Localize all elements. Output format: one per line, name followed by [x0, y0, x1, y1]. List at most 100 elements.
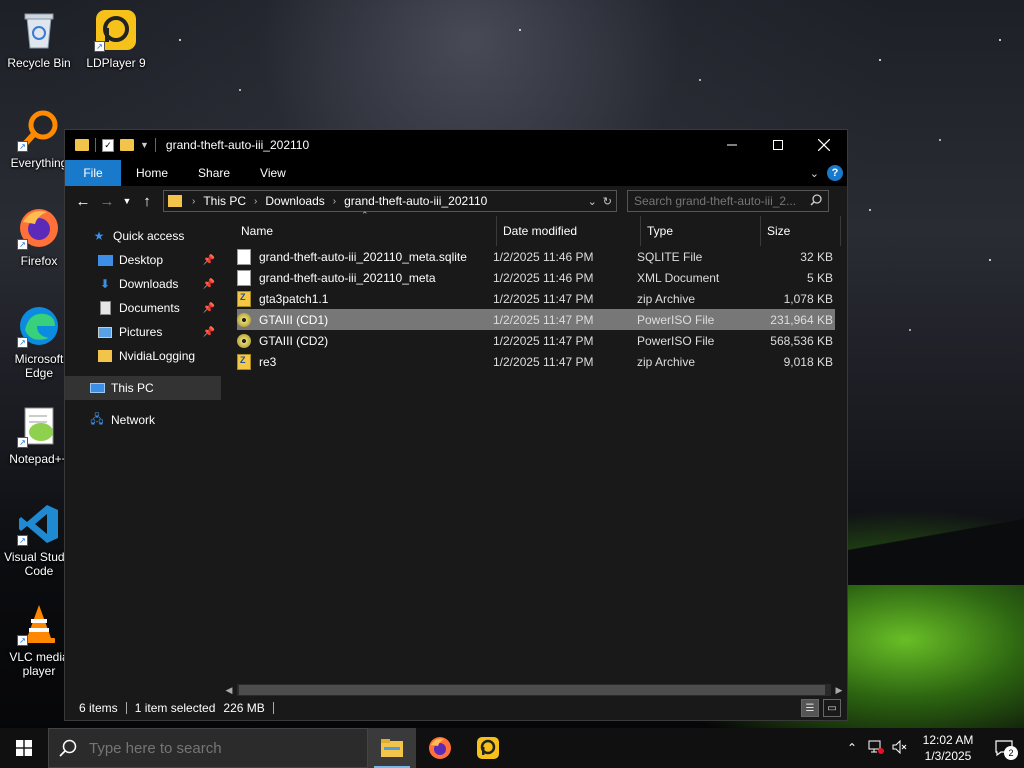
nav-item-nvidialogging[interactable]: NvidiaLogging [65, 344, 221, 368]
explorer-content: ★ Quick access Desktop 📌 ⬇ Downloads 📌 D… [65, 210, 847, 698]
navigation-pane[interactable]: ★ Quick access Desktop 📌 ⬇ Downloads 📌 D… [65, 216, 221, 698]
pin-icon[interactable]: 📌 [203, 327, 215, 338]
file-row[interactable]: grand-theft-auto-iii_202110_meta.sqlite … [237, 246, 835, 267]
status-item-count: 6 items [79, 701, 118, 715]
breadcrumb-current-folder[interactable]: grand-theft-auto-iii_202110 [340, 194, 491, 208]
desktop-icon-label: LDPlayer 9 [86, 56, 146, 70]
file-explorer-window[interactable]: ✓ ▼ grand-theft-auto-iii_202110 File Hom… [64, 129, 848, 721]
tab-file[interactable]: File [65, 160, 121, 186]
nav-item-desktop[interactable]: Desktop 📌 [65, 248, 221, 272]
scrollbar-thumb[interactable] [239, 685, 825, 695]
help-icon[interactable]: ? [827, 165, 843, 181]
taskbar-search-input[interactable] [89, 739, 329, 757]
taskbar-search[interactable] [48, 728, 368, 768]
minimize-button[interactable] [709, 130, 755, 160]
status-bar: 6 items 1 item selected 226 MB ☰ ▭ [65, 696, 847, 720]
shortcut-arrow-icon: ↗ [94, 41, 105, 52]
file-row-selected[interactable]: GTAIII (CD1) 1/2/2025 11:47 PM PowerISO … [237, 309, 835, 330]
back-arrow-icon: ← [75, 192, 91, 210]
file-row[interactable]: re3 1/2/2025 11:47 PM zip Archive 9,018 … [237, 351, 835, 372]
column-header-name[interactable]: Name [221, 216, 497, 246]
column-header-size[interactable]: Size [761, 216, 841, 246]
clock-time: 12:02 AM [922, 733, 974, 747]
expand-ribbon-chevron-icon[interactable]: ⌄ [810, 167, 819, 180]
chevron-right-icon[interactable]: › [329, 196, 340, 207]
close-button[interactable] [801, 130, 847, 160]
desktop-icon-ldplayer[interactable]: ↗ LDPlayer 9 [78, 8, 154, 70]
column-header-type[interactable]: Type [641, 216, 761, 246]
back-button[interactable]: ← [71, 189, 95, 213]
clock[interactable]: 12:02 AM 1/3/2025 [912, 732, 984, 764]
large-icons-view-icon: ▭ [827, 702, 837, 714]
nav-network[interactable]: 🖧 Network [65, 408, 221, 432]
wallpaper-mountain [848, 505, 1024, 585]
xml-document-icon [237, 269, 251, 286]
documents-icon [97, 301, 113, 315]
volume-muted-icon[interactable] [888, 739, 912, 757]
file-list-pane[interactable]: ⌃ Name Date modified Type Size grand-the… [221, 210, 847, 698]
title-bar[interactable]: ✓ ▼ grand-theft-auto-iii_202110 [65, 130, 847, 160]
search-box[interactable] [627, 190, 829, 212]
taskbar-file-explorer[interactable] [368, 728, 416, 768]
folder-icon [75, 139, 89, 151]
scrollbar-track[interactable] [237, 684, 831, 696]
desktop-icon-label: Recycle Bin [7, 56, 71, 70]
shortcut-arrow-icon: ↗ [17, 337, 28, 348]
show-hidden-icons-chevron-icon[interactable]: ⌃ [840, 741, 864, 755]
tab-home[interactable]: Home [121, 160, 183, 186]
maximize-button[interactable] [755, 130, 801, 160]
star-icon: ★ [93, 229, 105, 243]
file-row[interactable]: grand-theft-auto-iii_202110_meta 1/2/202… [237, 267, 835, 288]
search-input[interactable] [634, 194, 810, 208]
pin-icon[interactable]: 📌 [203, 255, 215, 266]
ldplayer-icon [477, 737, 499, 759]
tab-share[interactable]: Share [183, 160, 245, 186]
scroll-left-icon[interactable]: ◀ [221, 685, 237, 696]
shortcut-arrow-icon: ↗ [17, 239, 28, 250]
action-center-button[interactable]: 2 [984, 728, 1024, 768]
properties-icon[interactable]: ✓ [102, 138, 114, 152]
window-title: grand-theft-auto-iii_202110 [165, 138, 310, 152]
taskbar-ldplayer[interactable] [464, 728, 512, 768]
start-button[interactable] [0, 728, 48, 768]
pin-icon[interactable]: 📌 [203, 279, 215, 290]
nav-item-pictures[interactable]: Pictures 📌 [65, 320, 221, 344]
taskbar-firefox[interactable] [416, 728, 464, 768]
chevron-right-icon[interactable]: › [188, 196, 199, 207]
forward-button[interactable]: → [95, 189, 119, 213]
column-header-date-modified[interactable]: Date modified [497, 216, 641, 246]
tab-view[interactable]: View [245, 160, 301, 186]
disc-image-icon [237, 333, 251, 348]
firefox-icon [429, 737, 451, 759]
new-folder-icon[interactable] [120, 139, 134, 151]
breadcrumb-this-pc[interactable]: This PC [199, 194, 250, 208]
pin-icon[interactable]: 📌 [203, 303, 215, 314]
details-view-button[interactable]: ☰ [801, 699, 819, 717]
close-icon [818, 139, 830, 151]
nav-this-pc[interactable]: This PC [65, 376, 221, 400]
ribbon-tabs: File Home Share View ⌄ ? [65, 160, 847, 186]
minimize-icon [727, 144, 737, 146]
desktop-icon-recycle-bin[interactable]: Recycle Bin [1, 8, 77, 70]
breadcrumb-downloads[interactable]: Downloads [261, 194, 328, 208]
file-row[interactable]: GTAIII (CD2) 1/2/2025 11:47 PM PowerISO … [237, 330, 835, 351]
nav-item-downloads[interactable]: ⬇ Downloads 📌 [65, 272, 221, 296]
network-status-icon[interactable] [864, 740, 888, 757]
scroll-right-icon[interactable]: ▶ [831, 685, 847, 696]
large-icons-view-button[interactable]: ▭ [823, 699, 841, 717]
windows-logo-icon [16, 740, 32, 756]
nav-quick-access[interactable]: ★ Quick access [65, 224, 221, 248]
customize-toolbar-chevron-icon[interactable]: ▼ [140, 140, 149, 150]
pictures-icon [97, 325, 113, 339]
nav-item-documents[interactable]: Documents 📌 [65, 296, 221, 320]
edge-icon: ↗ [17, 304, 61, 348]
file-row[interactable]: gta3patch1.1 1/2/2025 11:47 PM zip Archi… [237, 288, 835, 309]
chevron-right-icon[interactable]: › [250, 196, 261, 207]
address-history-chevron-icon[interactable]: ⌄ [588, 195, 597, 208]
recent-locations-button[interactable]: ▼ [119, 189, 135, 213]
zip-archive-icon [237, 290, 251, 307]
up-button[interactable]: ↑ [135, 189, 159, 213]
refresh-icon[interactable]: ↻ [603, 195, 612, 208]
shortcut-arrow-icon: ↗ [17, 141, 28, 152]
address-bar[interactable]: › This PC › Downloads › grand-theft-auto… [163, 190, 617, 212]
